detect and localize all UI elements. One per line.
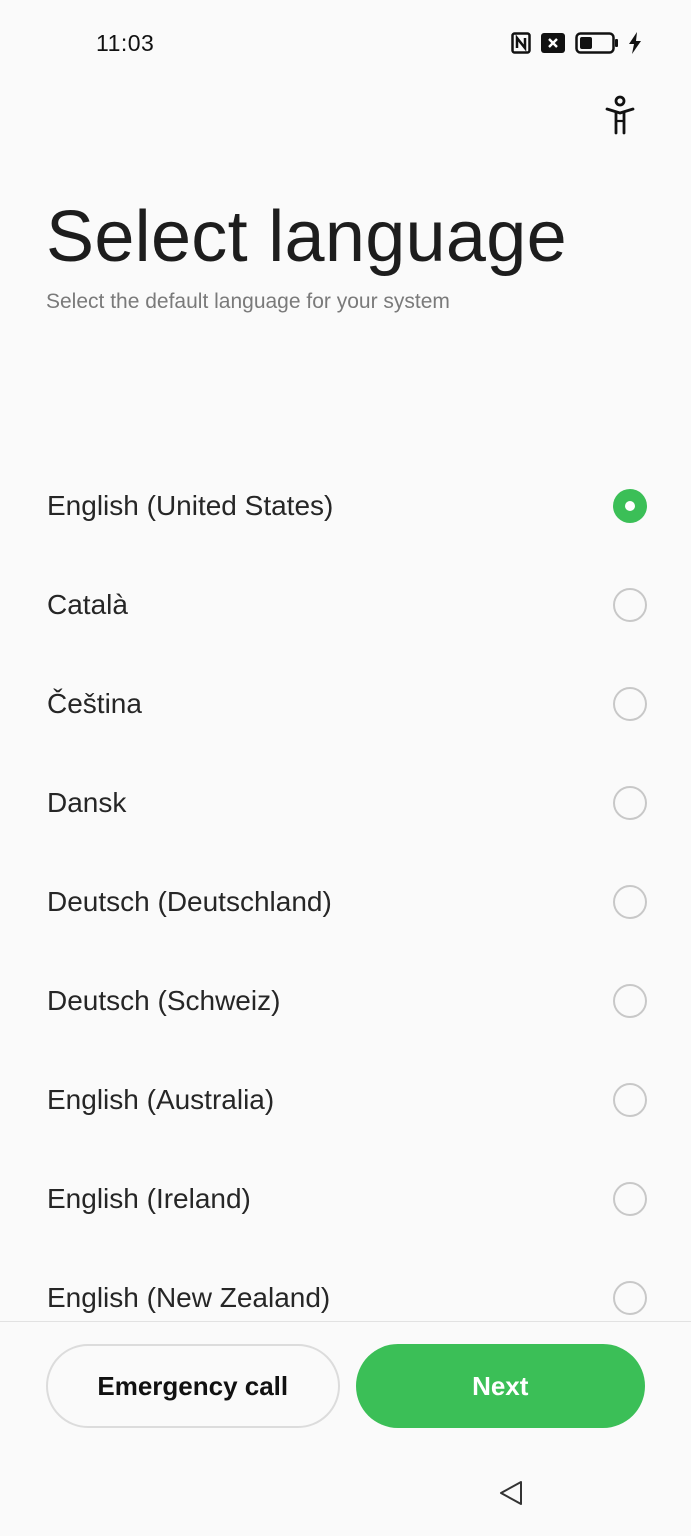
language-label: English (New Zealand) [47,1281,331,1313]
language-item[interactable]: Dansk [0,753,691,852]
status-icons [511,32,641,54]
notification-x-icon [541,33,565,53]
next-button[interactable]: Next [355,1344,645,1428]
accessibility-icon [605,95,635,140]
nfc-icon [511,32,531,54]
radio-button[interactable] [613,983,647,1018]
language-label: English (Ireland) [47,1182,251,1214]
status-bar: 11:03 [0,0,691,88]
nav-bar [0,1462,691,1522]
language-label: Català [47,588,128,620]
accessibility-button[interactable] [601,95,639,140]
radio-button[interactable] [613,884,647,919]
radio-button[interactable] [613,1280,647,1315]
radio-button[interactable] [613,587,647,622]
language-item[interactable]: English (New Zealand) [0,1248,691,1322]
radio-button[interactable] [613,488,647,523]
radio-button[interactable] [613,1082,647,1117]
language-label: English (Australia) [47,1083,275,1115]
language-item[interactable]: Čeština [0,654,691,753]
language-list[interactable]: English (United States) Català Čeština D… [0,456,691,1322]
radio-button[interactable] [613,785,647,820]
language-item[interactable]: English (Australia) [0,1050,691,1149]
radio-button[interactable] [613,1181,647,1216]
language-label: Dansk [47,786,127,818]
language-item[interactable]: English (United States) [0,456,691,555]
page-subtitle: Select the default language for your sys… [46,290,450,313]
language-item[interactable]: English (Ireland) [0,1149,691,1248]
language-label: Deutsch (Deutschland) [47,885,332,917]
status-time: 11:03 [96,30,155,56]
bottom-divider [0,1321,691,1322]
back-triangle-icon[interactable] [496,1478,526,1508]
language-label: Čeština [47,687,142,719]
language-item[interactable]: Català [0,555,691,654]
language-label: English (United States) [47,489,334,521]
bottom-bar: Emergency call Next [46,1344,645,1428]
radio-button[interactable] [613,686,647,721]
page-title: Select language [46,197,567,277]
emergency-call-button[interactable]: Emergency call [46,1344,340,1428]
battery-icon [575,32,619,54]
charging-bolt-icon [629,32,641,54]
language-item[interactable]: Deutsch (Schweiz) [0,951,691,1050]
language-label: Deutsch (Schweiz) [47,984,281,1016]
language-item[interactable]: Deutsch (Deutschland) [0,852,691,951]
